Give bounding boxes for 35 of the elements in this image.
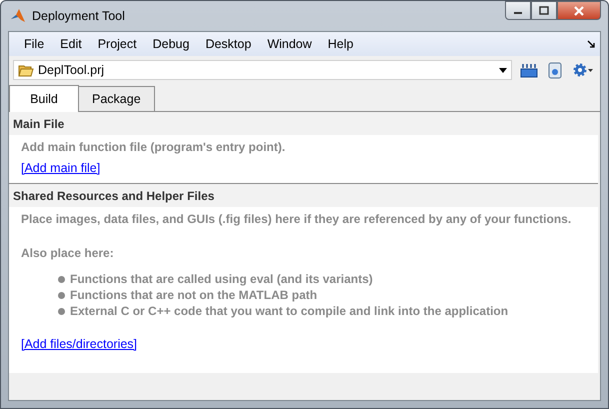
menu-item[interactable]: Desktop — [197, 37, 260, 51]
clipboard-toolbar-button[interactable] — [546, 61, 564, 79]
app-logo-icon — [10, 8, 26, 24]
description-text: Place images, data files, and GUIs (.fig files) here if they are referenced by any of your functions. — [21, 211, 572, 227]
menu-item[interactable]: Project — [90, 37, 145, 51]
maximize-icon — [539, 6, 549, 15]
window-title: Deployment Tool — [32, 9, 126, 23]
menu-item[interactable]: Window — [259, 37, 320, 51]
minimize-button[interactable] — [505, 1, 531, 20]
menu-item[interactable]: Edit — [52, 37, 90, 51]
bullet-text: Functions that are called using eval (and its variants) — [70, 271, 373, 287]
bullet-text: External C or C++ code that you want to compile and link into the application — [70, 303, 508, 319]
maximize-button[interactable] — [531, 1, 557, 20]
bullet-icon — [58, 292, 65, 298]
project-dropdown[interactable]: DeplTool.prj — [13, 60, 512, 80]
folder-icon — [18, 63, 34, 77]
tab[interactable]: Build — [9, 85, 79, 112]
note-text: Also place here: — [21, 245, 114, 261]
menu-item[interactable]: Help — [320, 37, 362, 51]
menu-item[interactable]: File — [16, 37, 52, 51]
caret-icon — [499, 68, 507, 72]
add-link[interactable]: [Add files/directories] — [21, 337, 138, 351]
close-icon — [573, 6, 585, 16]
menu-item[interactable]: Debug — [144, 37, 198, 51]
bullet-icon — [58, 308, 65, 314]
add-link[interactable]: [Add main file] — [21, 161, 100, 175]
tab[interactable]: Package — [78, 86, 155, 111]
section-header: Shared Resources and Helper Files — [9, 184, 598, 207]
close-button[interactable] — [557, 1, 601, 20]
bullet-text: Functions that are not on the MATLAB path — [70, 287, 318, 303]
bullet-icon — [58, 276, 65, 282]
description-text: Add main function file (program's entry point). — [21, 139, 286, 155]
package-toolbar-button[interactable] — [518, 62, 540, 78]
section-header: Main File — [9, 112, 598, 135]
undock-icon[interactable] — [587, 40, 595, 48]
